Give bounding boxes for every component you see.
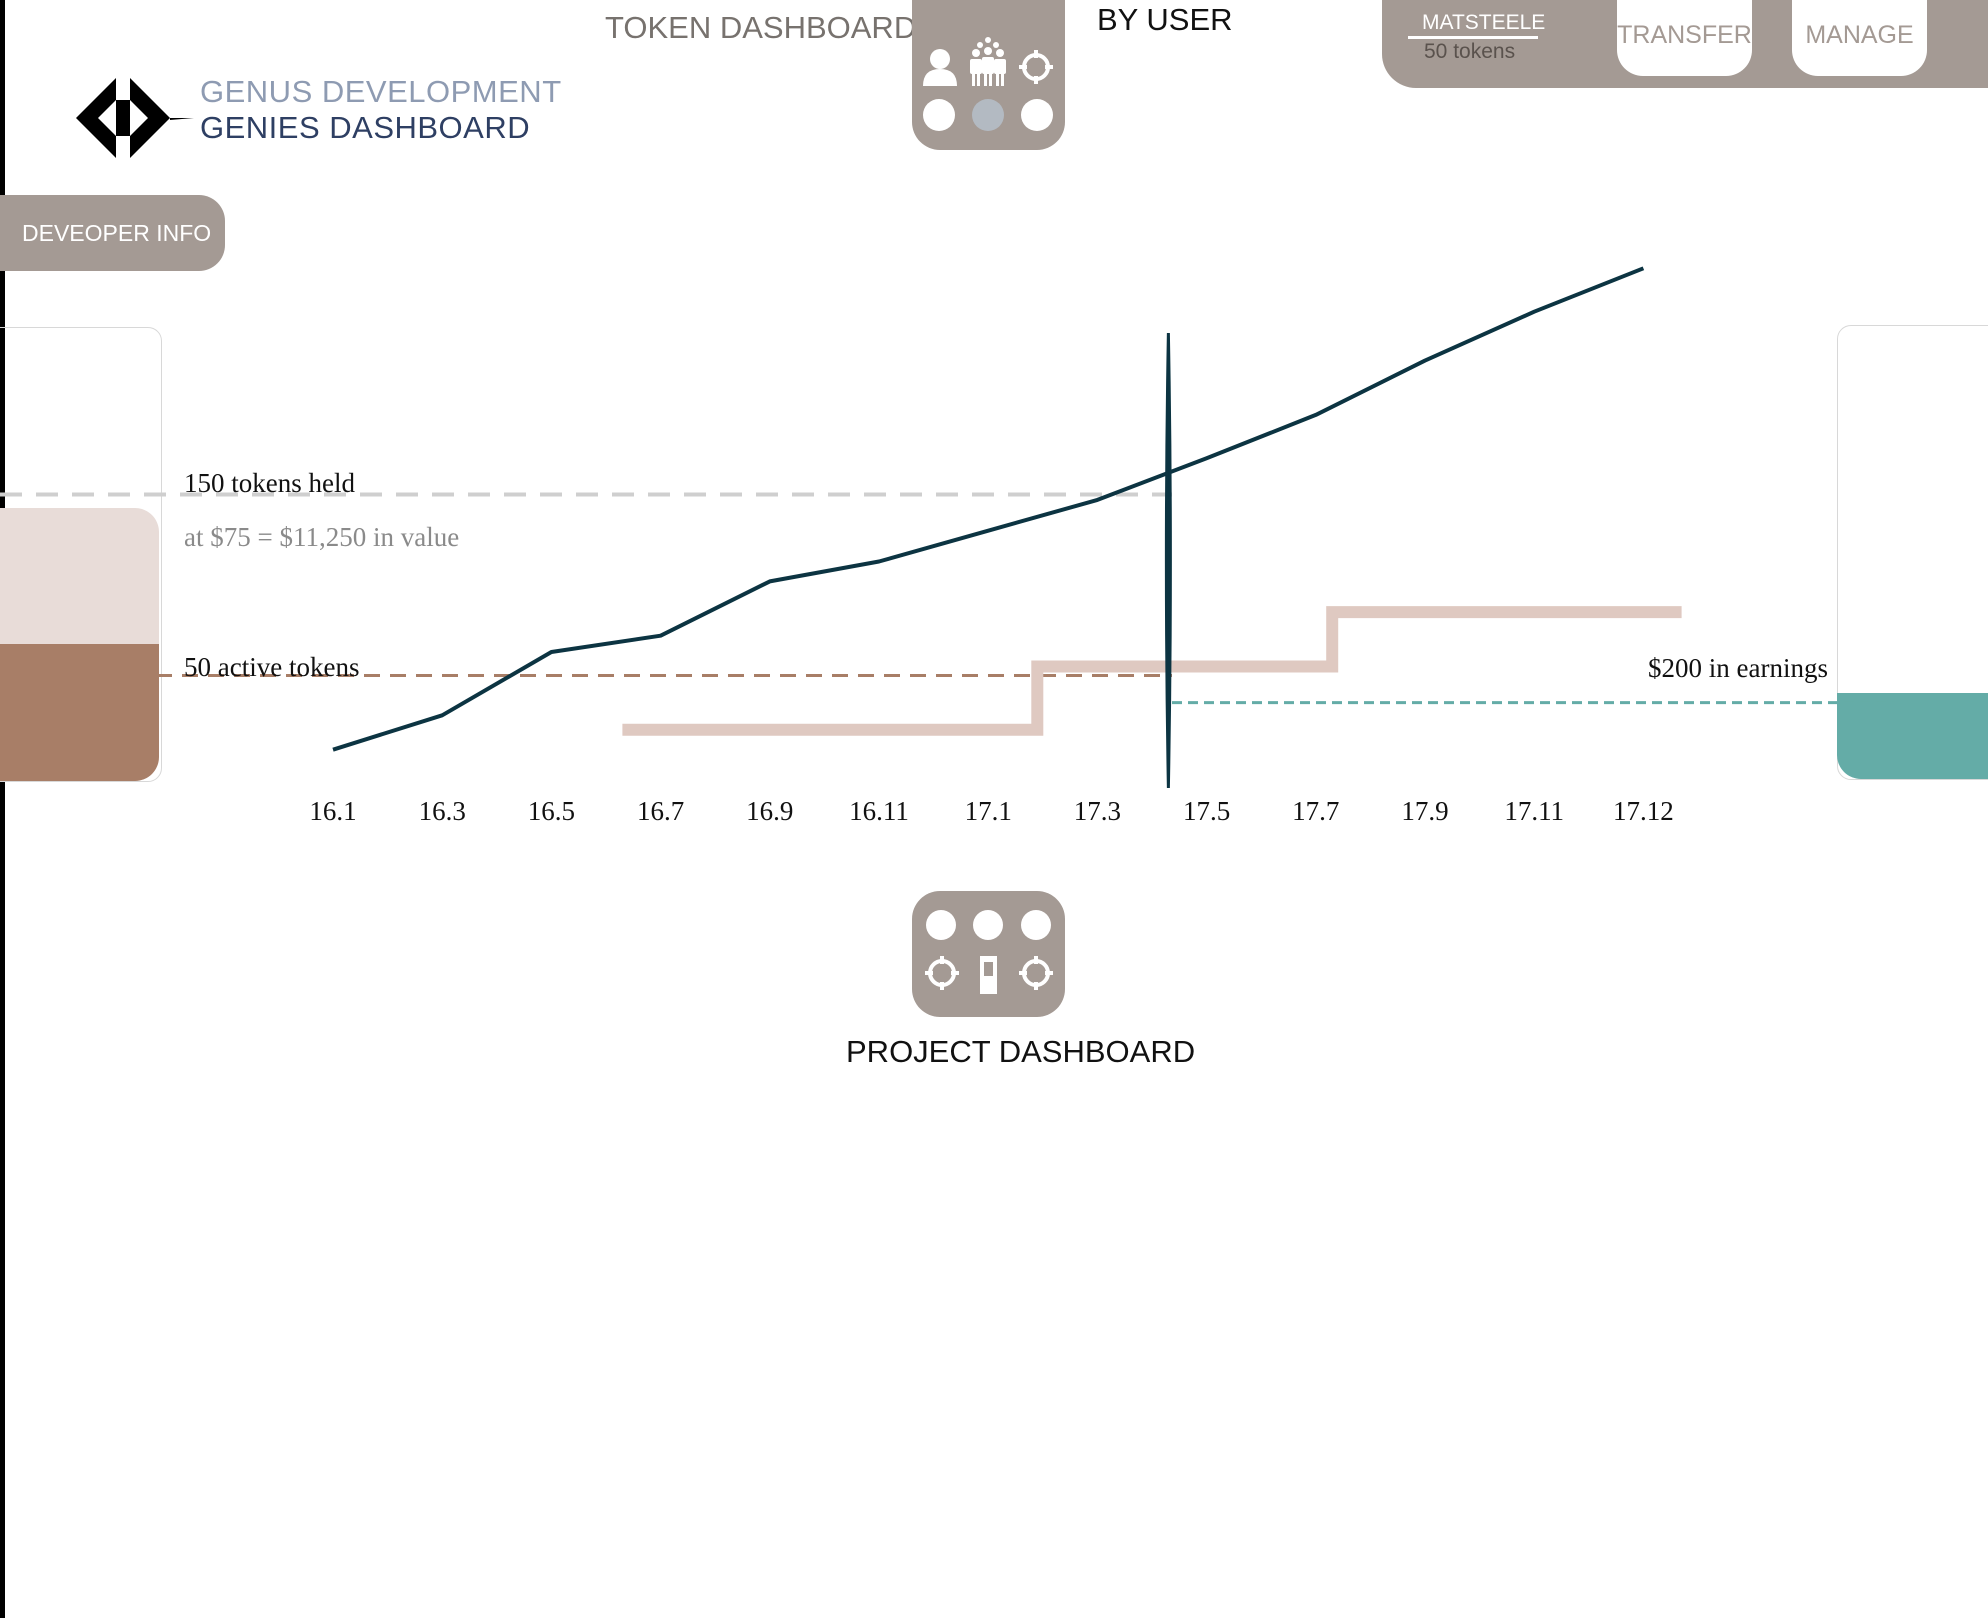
project-view-selector[interactable] [912,891,1065,1017]
project-dot-1[interactable] [926,910,956,940]
token-value-line [332,266,1645,752]
x-tick-label: 17.3 [1074,796,1121,826]
earnings-annotation: $200 in earnings [1648,653,1828,683]
x-tick-label: 16.5 [528,796,575,826]
x-tick-label: 16.1 [309,796,356,826]
x-tick-label: 16.3 [419,796,466,826]
phone-icon[interactable] [980,956,997,994]
x-tick-label: 16.11 [849,796,909,826]
x-tick-label: 17.9 [1401,796,1448,826]
project-dashboard-label[interactable]: PROJECT DASHBOARD [846,1034,1195,1070]
x-tick-label: 16.9 [746,796,793,826]
project-dot-2[interactable] [973,910,1003,940]
token-chart: 16.1 16.3 16.5 16.7 16.9 16.11 17.1 17.3 17.5 17.… [0,266,1895,826]
current-date-marker[interactable] [1164,332,1172,789]
target-icon[interactable] [925,956,959,990]
active-annotation: 50 active tokens [184,652,359,682]
x-tick-label: 17.11 [1504,796,1564,826]
value-annotation: at $75 = $11,250 in value [184,522,459,552]
x-tick-label: 16.7 [637,796,684,826]
x-tick-label: 17.5 [1183,796,1230,826]
held-annotation: 150 tokens held [184,468,355,498]
x-tick-label: 17.1 [965,796,1012,826]
target-icon[interactable] [1019,956,1053,990]
x-tick-label: 17.7 [1292,796,1339,826]
x-tick-label: 17.12 [1613,796,1674,826]
step-series [622,606,1682,736]
project-dot-3[interactable] [1021,910,1051,940]
